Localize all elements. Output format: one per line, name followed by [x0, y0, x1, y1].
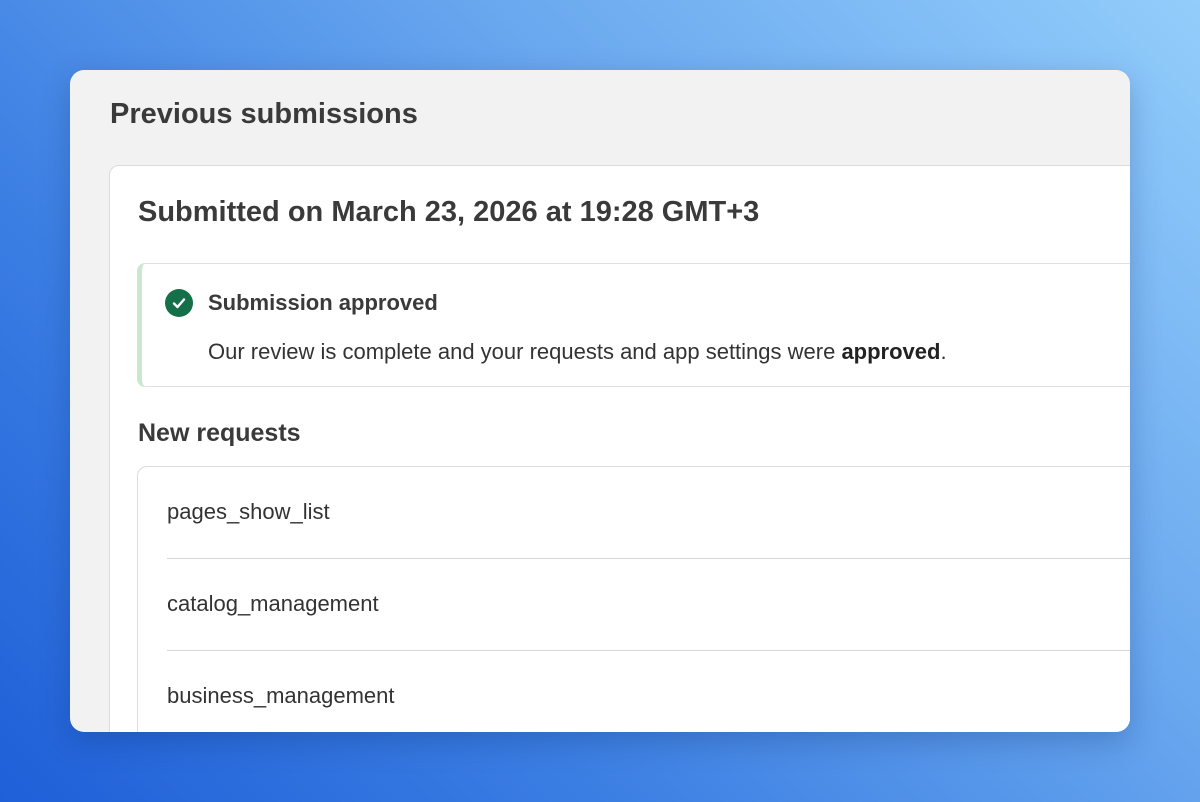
list-item[interactable]: business_management: [167, 651, 1130, 732]
submission-panel: Submitted on March 23, 2026 at 19:28 GMT…: [109, 165, 1130, 732]
previous-submissions-card: Previous submissions Submitted on March …: [70, 70, 1130, 732]
alert-message-prefix: Our review is complete and your requests…: [208, 339, 842, 364]
alert-title: Submission approved: [208, 290, 438, 315]
list-item[interactable]: pages_show_list: [167, 467, 1130, 559]
new-requests-heading: New requests: [138, 419, 301, 447]
approval-alert: Submission approved Our review is comple…: [137, 263, 1130, 387]
alert-message-emphasis: approved: [841, 339, 941, 364]
alert-message: Our review is complete and your requests…: [208, 338, 947, 366]
page-title: Previous submissions: [110, 98, 418, 130]
request-label: catalog_management: [167, 591, 379, 616]
requests-list: pages_show_list catalog_management busin…: [137, 466, 1130, 732]
request-label: pages_show_list: [167, 499, 330, 524]
submission-date-title: Submitted on March 23, 2026 at 19:28 GMT…: [138, 196, 760, 228]
request-label: business_management: [167, 683, 395, 708]
check-circle-icon: [165, 289, 193, 317]
alert-message-suffix: .: [940, 339, 947, 364]
list-item[interactable]: catalog_management: [167, 559, 1130, 651]
